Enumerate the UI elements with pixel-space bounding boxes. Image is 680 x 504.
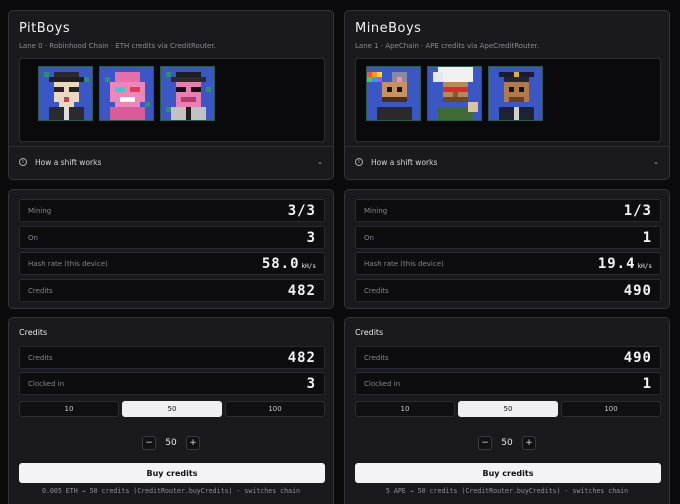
mining-row: Mining 3/3 (19, 199, 325, 222)
hash-rate-value: 19.4 kH/s (597, 256, 652, 272)
mining-label: Mining (364, 207, 388, 215)
hash-rate-unit: kH/s (637, 263, 652, 270)
nft-avatar (366, 66, 421, 121)
credits-label: Credits (364, 354, 389, 362)
nft-avatar (38, 66, 93, 121)
hash-rate-row: Hash rate (this device) 19.4 kH/s (355, 252, 661, 275)
lane-card: PitBoys Lane 0 · Robinhood Chain · ETH c… (8, 10, 334, 180)
nft-avatar (160, 66, 215, 121)
price-note: 5 APE → 50 credits (CreditRouter.buyCred… (385, 487, 629, 495)
chevron-down-icon: ⌄ (317, 158, 323, 166)
credits-row: Credits 482 (19, 346, 325, 369)
clocked-in-value: 1 (642, 376, 652, 392)
info-icon: i (355, 158, 363, 166)
credits-value: 490 (623, 283, 652, 299)
clocked-in-label: Clocked in (28, 380, 65, 388)
quantity-value: 50 (165, 438, 177, 448)
clocked-in-value: 3 (306, 376, 316, 392)
credits-label: Credits (28, 354, 53, 362)
stats-card: Mining 1/3 On 1 Hash rate (this device) … (344, 189, 670, 309)
hash-rate-value: 58.0 kH/s (261, 256, 316, 272)
increment-button[interactable]: + (522, 436, 536, 450)
on-label: On (364, 234, 374, 242)
quantity-stepper: − 50 + (345, 436, 669, 450)
lane-card: MineBoys Lane 1 · ApeChain · APE credits… (344, 10, 670, 180)
mining-row: Mining 1/3 (355, 199, 661, 222)
on-row: On 1 (355, 226, 661, 249)
lane-title: MineBoys (355, 21, 422, 36)
mining-value: 1/3 (623, 203, 652, 219)
amount-option[interactable]: 10 (355, 401, 455, 417)
buy-credits-button[interactable]: Buy credits (355, 463, 661, 483)
buy-credits-button[interactable]: Buy credits (19, 463, 325, 483)
amount-options: 10 50 100 (19, 401, 325, 417)
credits-row: Credits 490 (355, 346, 661, 369)
nft-avatar (99, 66, 154, 121)
credits-label: Credits (364, 287, 389, 295)
amount-option[interactable]: 100 (561, 401, 661, 417)
chevron-down-icon: ⌄ (653, 158, 659, 166)
nft-avatar (427, 66, 482, 121)
stats-card: Mining 3/3 On 3 Hash rate (this device) … (8, 189, 334, 309)
amount-options: 10 50 100 (355, 401, 661, 417)
price-note: 0.005 ETH → 50 credits (CreditRouter.buy… (41, 487, 301, 495)
on-label: On (28, 234, 38, 242)
hash-rate-row: Hash rate (this device) 58.0 kH/s (19, 252, 325, 275)
quantity-stepper: − 50 + (9, 436, 333, 450)
hash-rate-label: Hash rate (this device) (28, 260, 108, 268)
buy-title: Credits (19, 328, 48, 337)
on-row: On 3 (19, 226, 325, 249)
amount-option-selected[interactable]: 50 (122, 401, 222, 417)
buy-credits-card: Credits Credits 490 Clocked in 1 10 50 1… (344, 317, 670, 504)
credits-row: Credits 490 (355, 279, 661, 302)
increment-button[interactable]: + (186, 436, 200, 450)
clocked-in-row: Clocked in 1 (355, 372, 661, 395)
credits-value: 482 (287, 283, 316, 299)
lane-subtitle: Lane 0 · Robinhood Chain · ETH credits v… (19, 42, 216, 50)
clocked-in-row: Clocked in 3 (19, 372, 325, 395)
nft-gallery (19, 58, 325, 142)
quantity-value: 50 (501, 438, 513, 448)
shift-accordion[interactable]: i How a shift works ⌄ (355, 154, 659, 170)
buy-title: Credits (355, 328, 384, 337)
clocked-in-label: Clocked in (364, 380, 401, 388)
hash-rate-label: Hash rate (this device) (364, 260, 444, 268)
nft-avatar (488, 66, 543, 121)
amount-option[interactable]: 10 (19, 401, 119, 417)
credits-value: 482 (287, 350, 316, 366)
nft-gallery (355, 58, 661, 142)
card-divider (9, 146, 333, 147)
on-value: 3 (306, 230, 316, 246)
lane-subtitle: Lane 1 · ApeChain · APE credits via ApeC… (355, 42, 540, 50)
credits-value: 490 (623, 350, 652, 366)
decrement-button[interactable]: − (142, 436, 156, 450)
shift-accordion[interactable]: i How a shift works ⌄ (19, 154, 323, 170)
amount-option-selected[interactable]: 50 (458, 401, 558, 417)
buy-credits-card: Credits Credits 482 Clocked in 3 10 50 1… (8, 317, 334, 504)
mining-label: Mining (28, 207, 52, 215)
credits-label: Credits (28, 287, 53, 295)
shift-label: How a shift works (35, 157, 102, 167)
decrement-button[interactable]: − (478, 436, 492, 450)
shift-label: How a shift works (371, 157, 438, 167)
credits-row: Credits 482 (19, 279, 325, 302)
amount-option[interactable]: 100 (225, 401, 325, 417)
mining-value: 3/3 (287, 203, 316, 219)
info-icon: i (19, 158, 27, 166)
card-divider (345, 146, 669, 147)
hash-rate-unit: kH/s (301, 263, 316, 270)
lane-title: PitBoys (19, 21, 71, 36)
on-value: 1 (642, 230, 652, 246)
